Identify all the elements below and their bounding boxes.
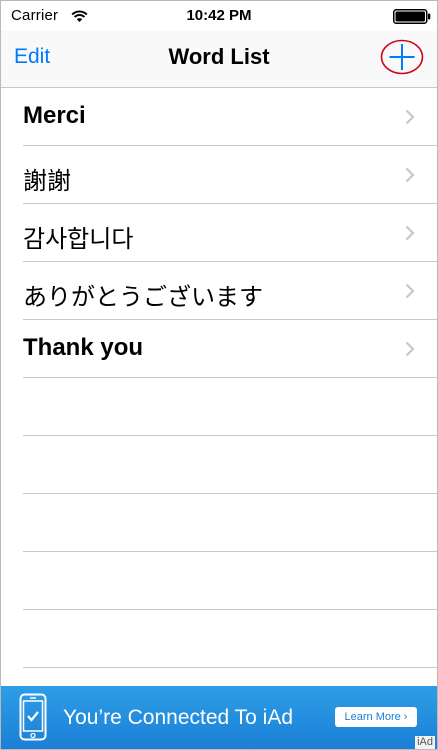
status-time: 10:42 PM — [186, 7, 252, 24]
chevron-right-icon — [405, 283, 415, 299]
list-item-label: Thank you — [23, 334, 144, 361]
status-bar: Carrier 10:42 PM — [1, 1, 437, 31]
page-title: Word List — [168, 44, 270, 69]
list-item-label: 감사합니다 — [23, 225, 134, 253]
list-item-label: ありがとうございます — [23, 283, 263, 311]
chevron-right-icon — [405, 109, 415, 125]
plus-icon — [380, 39, 424, 75]
empty-row — [23, 552, 437, 610]
ad-text: You’re Connected To iAd — [63, 706, 294, 729]
iad-logo: iAd — [415, 736, 435, 749]
list-item-label: 謝謝 — [23, 167, 71, 195]
word-list: Merci 謝謝 감사합니다 ありがとうございます Thank you — [1, 88, 437, 668]
add-word-button[interactable] — [380, 39, 424, 75]
navigation-bar: Edit Word List — [1, 31, 437, 88]
list-item-label: Merci — [23, 102, 86, 129]
app-window: Carrier 10:42 PM Edit Word List Merci 謝謝… — [0, 0, 438, 750]
chevron-right-icon — [405, 341, 415, 357]
empty-row — [23, 610, 437, 668]
list-item[interactable]: 감사합니다 — [23, 204, 437, 262]
list-item[interactable]: Thank you — [23, 320, 437, 378]
empty-row — [23, 494, 437, 552]
list-item[interactable]: ありがとうございます — [23, 262, 437, 320]
battery-icon — [393, 9, 431, 24]
empty-row — [23, 378, 437, 436]
list-item[interactable]: Merci — [23, 88, 437, 146]
chevron-right-icon — [405, 225, 415, 241]
chevron-right-icon — [405, 167, 415, 183]
phone-icon — [19, 693, 47, 741]
list-item[interactable]: 謝謝 — [23, 146, 437, 204]
learn-more-button[interactable]: Learn More › — [335, 707, 417, 727]
empty-row — [23, 436, 437, 494]
ad-banner[interactable]: You’re Connected To iAd Learn More › iAd — [1, 686, 437, 749]
edit-button[interactable]: Edit — [14, 45, 50, 69]
